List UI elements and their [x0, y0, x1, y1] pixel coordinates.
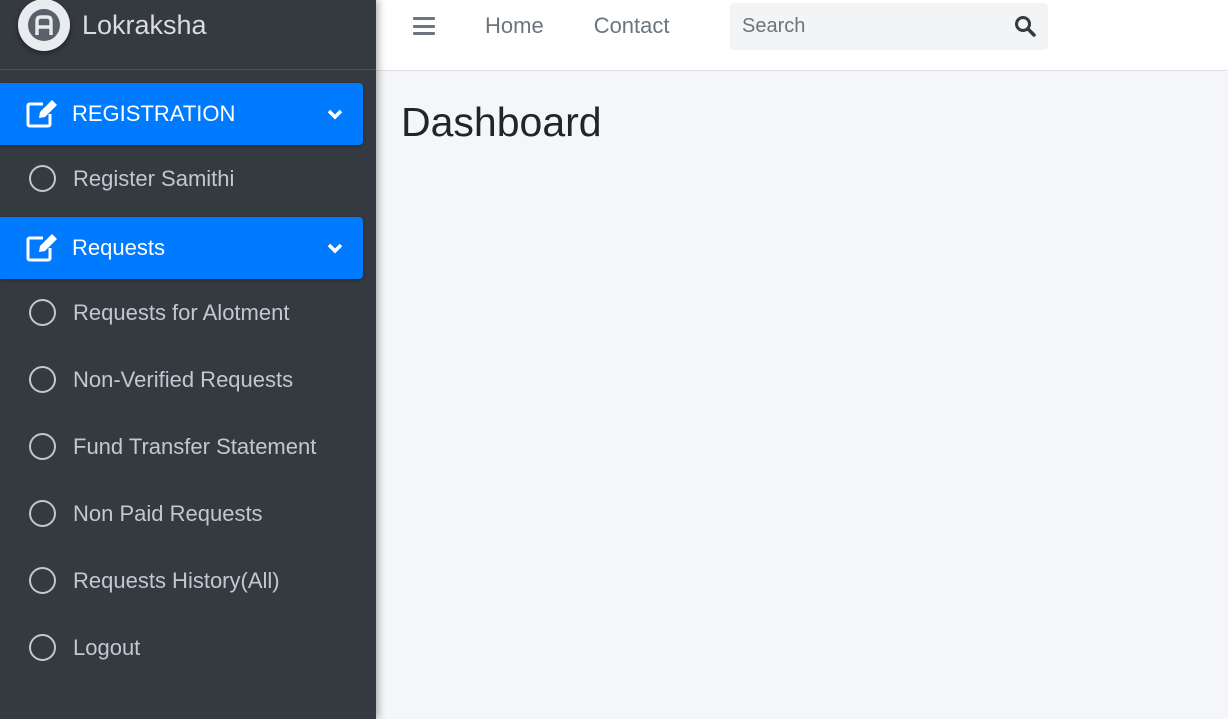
nav-item-label: Logout — [73, 634, 141, 660]
top-navbar: Home Contact — [376, 0, 1228, 71]
chevron-down-icon — [327, 242, 343, 254]
nav-item-register-samithi[interactable]: Register Samithi — [0, 145, 376, 212]
nav-item-logout[interactable]: Logout — [0, 614, 376, 681]
nav-item-requests-for-alotment[interactable]: Requests for Alotment — [0, 279, 376, 346]
brand-logo-icon — [18, 0, 70, 51]
page-title: Dashboard — [401, 99, 602, 145]
nav-link-contact[interactable]: Contact — [594, 13, 670, 39]
nav-item-label: Requests for Alotment — [73, 299, 290, 325]
edit-icon — [26, 234, 58, 262]
nav-item-requests-history-all[interactable]: Requests History(All) — [0, 547, 376, 614]
circle-icon — [29, 567, 56, 594]
edit-icon — [26, 100, 58, 128]
search-input[interactable] — [730, 15, 990, 38]
nav-item-label: Register Samithi — [73, 165, 235, 191]
nav-link-home[interactable]: Home — [485, 13, 544, 39]
brand-name: Lokraksha — [82, 10, 207, 40]
nav-item-label: Non Paid Requests — [73, 500, 263, 526]
circle-icon — [29, 433, 56, 460]
nav-item-fund-transfer-statement[interactable]: Fund Transfer Statement — [0, 413, 376, 480]
search-icon[interactable] — [1014, 15, 1036, 37]
hamburger-icon[interactable] — [413, 17, 435, 35]
chevron-down-icon — [327, 108, 343, 120]
nav-item-label: Requests History(All) — [73, 567, 280, 593]
circle-icon — [29, 634, 56, 661]
sidebar: Lokraksha REGISTRATION Register Samithi — [0, 0, 376, 719]
nav-section-requests[interactable]: Requests — [0, 217, 363, 279]
circle-icon — [29, 299, 56, 326]
content-area: Dashboard — [376, 71, 1228, 719]
nav-item-non-paid-requests[interactable]: Non Paid Requests — [0, 480, 376, 547]
nav-section-label: Requests — [72, 235, 165, 260]
brand-link[interactable]: Lokraksha — [0, 0, 376, 70]
nav-item-label: Fund Transfer Statement — [73, 433, 317, 459]
circle-icon — [29, 165, 56, 192]
sidebar-nav: REGISTRATION Register Samithi Requests R… — [0, 83, 376, 681]
circle-icon — [29, 500, 56, 527]
circle-icon — [29, 366, 56, 393]
search-box — [730, 3, 1048, 50]
nav-section-registration[interactable]: REGISTRATION — [0, 83, 363, 145]
nav-item-non-verified-requests[interactable]: Non-Verified Requests — [0, 346, 376, 413]
nav-section-label: REGISTRATION — [72, 101, 236, 126]
nav-item-label: Non-Verified Requests — [73, 366, 294, 392]
